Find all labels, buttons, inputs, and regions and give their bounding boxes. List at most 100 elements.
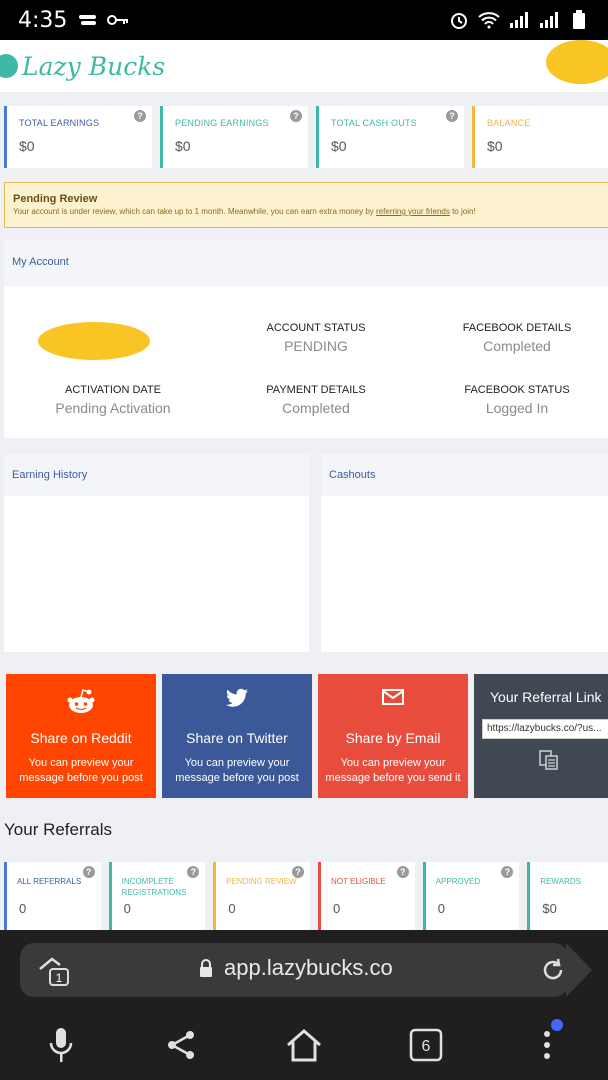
tab-count: 6 bbox=[421, 1038, 430, 1055]
stat-label: PENDING REVIEW bbox=[226, 877, 297, 886]
payment-details-value: Completed bbox=[282, 400, 350, 416]
brand-name: Lazy Bucks bbox=[22, 51, 166, 81]
microphone-icon[interactable] bbox=[31, 1015, 91, 1075]
referral-link-field[interactable]: https://lazybucks.co/?us... bbox=[482, 719, 608, 739]
my-account-card: My Account ACCOUNT STATUS PENDING FACEBO… bbox=[4, 240, 608, 438]
stat-label: APPROVED bbox=[435, 877, 481, 886]
share-email-title: Share by Email bbox=[345, 730, 441, 746]
facebook-details-value: Completed bbox=[483, 338, 551, 354]
alarm-icon bbox=[448, 9, 470, 31]
account-status: ACCOUNT STATUS PENDING bbox=[231, 322, 401, 354]
stat-total-cash-outs: TOTAL CASH OUTS $0 ? bbox=[316, 106, 464, 168]
stat-value: $0 bbox=[542, 901, 557, 916]
facebook-details-label: FACEBOOK DETAILS bbox=[462, 322, 572, 334]
stat-all-referrals: ALL REFERRALS 0 ? bbox=[4, 862, 101, 934]
earnings-stats: TOTAL EARNINGS $0 ? PENDING EARNINGS $0 … bbox=[0, 106, 608, 168]
stat-approved: APPROVED 0 ? bbox=[422, 862, 520, 934]
help-icon[interactable]: ? bbox=[396, 866, 409, 878]
stat-label: TOTAL CASH OUTS bbox=[331, 118, 417, 128]
twitter-icon bbox=[162, 688, 312, 714]
help-icon[interactable]: ? bbox=[187, 866, 200, 878]
stat-label: REWARDS bbox=[540, 877, 581, 886]
avatar[interactable] bbox=[546, 40, 608, 84]
copy-icon[interactable] bbox=[538, 749, 608, 776]
stat-value: $0 bbox=[487, 138, 503, 154]
help-icon[interactable]: ? bbox=[134, 110, 146, 122]
address-bar-tip bbox=[566, 943, 592, 997]
share-twitter-title: Share on Twitter bbox=[186, 730, 288, 746]
app-header: Lazy Bucks bbox=[0, 40, 608, 92]
stat-value: 0 bbox=[228, 901, 236, 916]
facebook-details: FACEBOOK DETAILS Completed bbox=[432, 322, 602, 354]
stat-label: TOTAL EARNINGS bbox=[19, 118, 100, 128]
activation-date: ACTIVATION DATE Pending Activation bbox=[28, 384, 198, 416]
key-icon bbox=[107, 9, 129, 31]
share-reddit-subtitle: You can preview your message before you … bbox=[19, 757, 143, 784]
stat-incomplete-registrations: INCOMPLETE REGISTRATIONS 0 ? bbox=[108, 862, 206, 934]
tabs-button[interactable]: 6 bbox=[396, 1015, 456, 1075]
pending-review-alert: Pending Review Your account is under rev… bbox=[4, 182, 608, 228]
facebook-status-label: FACEBOOK STATUS bbox=[464, 384, 570, 396]
stat-pending-review: PENDING REVIEW 0 ? bbox=[213, 862, 311, 934]
share-twitter-subtitle: You can preview your message before you … bbox=[175, 757, 299, 784]
share-reddit-button[interactable]: Share on Reddit You can preview your mes… bbox=[6, 674, 156, 798]
signal-icon bbox=[508, 9, 530, 31]
tab-group-icon[interactable]: 1 bbox=[38, 955, 72, 992]
status-bar: 4:35 bbox=[0, 0, 608, 40]
status-time: 4:35 bbox=[18, 7, 68, 33]
help-icon[interactable]: ? bbox=[290, 110, 302, 122]
facebook-status: FACEBOOK STATUS Logged In bbox=[432, 384, 602, 416]
share-reddit-title: Share on Reddit bbox=[30, 730, 132, 746]
stat-label: PENDING EARNINGS bbox=[175, 118, 269, 128]
stat-value: $0 bbox=[175, 138, 191, 154]
refer-friends-link[interactable]: referring your friends bbox=[376, 207, 450, 216]
stat-pending-earnings: PENDING EARNINGS $0 ? bbox=[160, 106, 308, 168]
notification-dot bbox=[551, 1019, 564, 1031]
share-email-subtitle: You can preview your message before you … bbox=[325, 757, 461, 784]
logo-icon bbox=[0, 54, 18, 78]
help-icon[interactable]: ? bbox=[501, 866, 514, 878]
facebook-status-value: Logged In bbox=[485, 400, 549, 416]
share-email-button[interactable]: Share by Email You can preview your mess… bbox=[318, 674, 468, 798]
referral-link-card: Your Referral Link https://lazybucks.co/… bbox=[474, 674, 608, 798]
alert-text: Your account is under review, which can … bbox=[13, 207, 374, 216]
payment-details: PAYMENT DETAILS Completed bbox=[231, 384, 401, 416]
brand-logo[interactable]: Lazy Bucks bbox=[0, 52, 165, 81]
activation-date-label: ACTIVATION DATE bbox=[65, 384, 161, 396]
stat-label: ALL REFERRALS bbox=[17, 877, 82, 886]
share-icon[interactable] bbox=[152, 1015, 212, 1075]
home-icon[interactable] bbox=[274, 1015, 334, 1075]
account-name-redacted bbox=[38, 322, 150, 360]
account-status-label: ACCOUNT STATUS bbox=[266, 322, 366, 334]
help-icon[interactable]: ? bbox=[292, 866, 305, 878]
envelope-icon bbox=[318, 688, 468, 714]
stat-value: 0 bbox=[437, 901, 445, 916]
help-icon[interactable]: ? bbox=[82, 866, 95, 878]
stat-value: 0 bbox=[19, 901, 27, 916]
stat-label: BALANCE bbox=[487, 118, 531, 128]
browser-nav-bar: 6 bbox=[0, 1010, 608, 1080]
stat-label: NOT ELIGIBLE bbox=[331, 877, 386, 886]
stat-value: 0 bbox=[333, 901, 341, 916]
reddit-icon bbox=[6, 688, 156, 714]
my-account-title: My Account bbox=[4, 240, 608, 286]
stat-balance: BALANCE $0 bbox=[472, 106, 608, 168]
help-icon[interactable]: ? bbox=[446, 110, 458, 122]
referral-stats: ALL REFERRALS 0 ? INCOMPLETE REGISTRATIO… bbox=[4, 862, 608, 934]
stat-value: $0 bbox=[331, 138, 347, 154]
earning-history-panel: Earning History bbox=[4, 454, 309, 652]
more-menu-icon[interactable] bbox=[517, 1015, 577, 1075]
referral-link-title: Your Referral Link bbox=[490, 689, 602, 705]
alert-message: Your account is under review, which can … bbox=[13, 207, 605, 216]
stat-value: 0 bbox=[123, 901, 131, 916]
reload-icon[interactable] bbox=[540, 957, 566, 988]
your-referrals-heading: Your Referrals bbox=[4, 820, 113, 839]
stat-value: $0 bbox=[19, 138, 35, 154]
tab-badge: 1 bbox=[56, 971, 63, 985]
url-text[interactable]: app.lazybucks.co bbox=[224, 955, 393, 981]
alert-title: Pending Review bbox=[13, 193, 98, 205]
earning-history-title: Earning History bbox=[4, 454, 309, 496]
stat-rewards: REWARDS $0 bbox=[527, 862, 608, 934]
stat-label: INCOMPLETE REGISTRATIONS bbox=[121, 877, 187, 897]
share-twitter-button[interactable]: Share on Twitter You can preview your me… bbox=[162, 674, 312, 798]
